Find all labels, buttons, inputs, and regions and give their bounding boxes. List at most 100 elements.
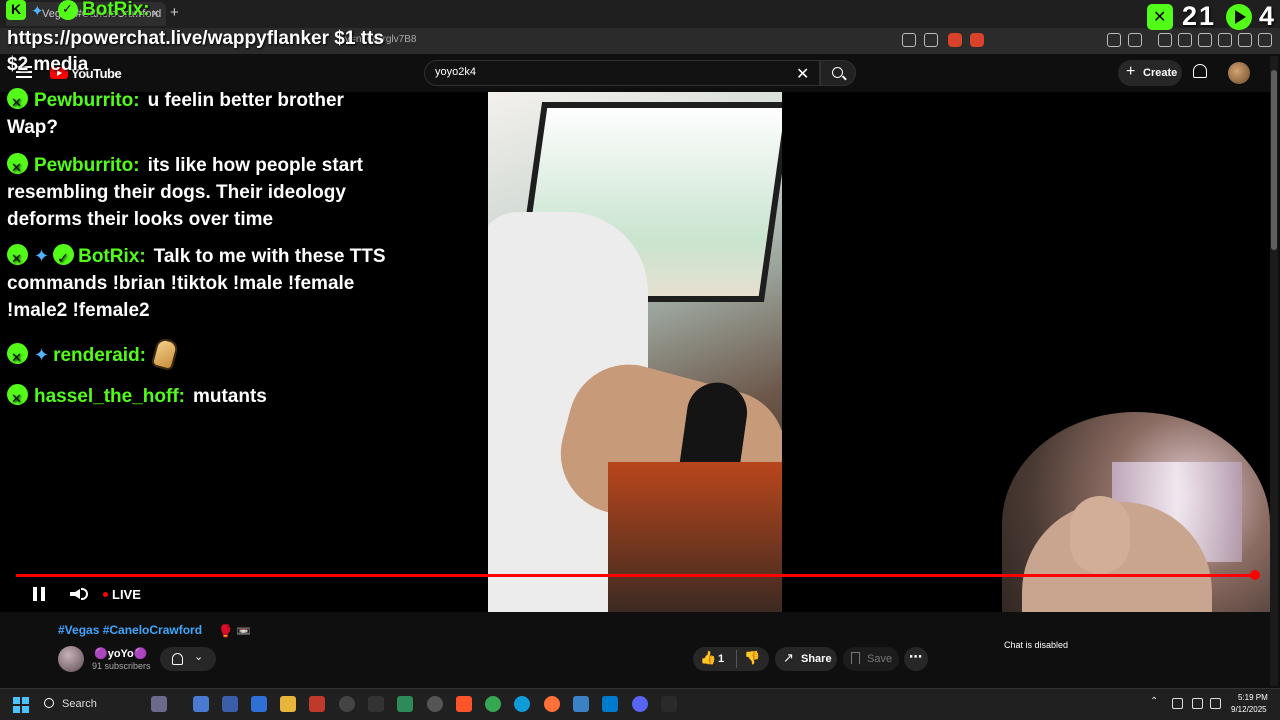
sword-badge-icon: ✦ — [34, 246, 50, 266]
vpn-icon[interactable] — [1238, 33, 1252, 47]
volume-icon[interactable] — [70, 589, 80, 599]
second-viewer-count: 4 — [1259, 1, 1275, 31]
thumbs-up-icon[interactable]: 👍 — [700, 650, 716, 666]
chat-username: hassel_the_hoff: — [34, 386, 185, 407]
chat-username: BotRix: — [78, 246, 146, 267]
tray-overflow-chevron-icon[interactable]: ⌃ — [1150, 696, 1158, 707]
channel-avatar[interactable] — [58, 646, 84, 672]
like-divider — [736, 650, 737, 668]
chrome-icon[interactable] — [485, 696, 501, 712]
discord-icon[interactable] — [632, 696, 648, 712]
account-avatar[interactable] — [1228, 62, 1250, 84]
edge-icon[interactable] — [514, 696, 530, 712]
capcut-icon[interactable] — [368, 696, 384, 712]
verified-badge-icon — [53, 244, 75, 272]
search-button[interactable] — [820, 60, 856, 86]
title-emojis: 🥊 📼 — [218, 624, 252, 638]
overlay-header-author: BotRix: — [82, 0, 150, 20]
media-icon[interactable] — [1158, 33, 1172, 47]
pause-icon[interactable] — [33, 587, 45, 601]
brave-browser-icon[interactable] — [456, 696, 472, 712]
taskbar-time[interactable]: 5:19 PM — [1238, 693, 1268, 702]
browser-menu-icon[interactable] — [1258, 33, 1272, 47]
windows-start-icon[interactable] — [13, 697, 29, 713]
taskbar-app-icon[interactable] — [251, 696, 267, 712]
more-icon: ⋯ — [909, 649, 922, 664]
taskbar-search-icon[interactable] — [44, 698, 54, 708]
taskbar-app-icon[interactable] — [427, 696, 443, 712]
taskbar-app-icon[interactable] — [397, 696, 413, 712]
speaker-icon[interactable] — [1210, 698, 1221, 709]
progress-scrubber[interactable] — [1250, 570, 1260, 580]
burrito-emote-icon — [150, 336, 180, 372]
taskbar-app-icon[interactable] — [339, 696, 355, 712]
taskbar-app-icon[interactable] — [573, 696, 589, 712]
search-icon — [832, 67, 843, 78]
bookmark-icon — [851, 652, 860, 664]
taskbar-search-label[interactable]: Search — [62, 698, 97, 710]
tab-close-icon[interactable]: × — [152, 6, 159, 20]
chat-message: Pewburrito:its like how people start res… — [7, 152, 397, 233]
video-title-hashtags[interactable]: #Vegas #CaneloCrawford — [58, 623, 202, 637]
chat-message: ✦renderaid: — [7, 336, 397, 372]
taskbar-app-icon[interactable] — [193, 696, 209, 712]
sidebar-icon[interactable] — [1178, 33, 1192, 47]
kick-badge-icon — [7, 153, 28, 181]
thumbs-down-icon[interactable]: 👎 — [744, 650, 760, 666]
file-explorer-icon[interactable] — [280, 696, 296, 712]
firefox-icon[interactable] — [544, 696, 560, 712]
subscription-bell-button[interactable]: ⌄ — [160, 647, 216, 671]
cast-icon[interactable] — [902, 33, 916, 47]
kick-badge-icon — [7, 384, 28, 412]
sword-badge-icon: ✦ — [31, 3, 44, 20]
notifications-bell-icon[interactable] — [1193, 64, 1207, 78]
rumble-logo-icon — [1226, 4, 1252, 30]
new-tab-button[interactable]: + — [170, 4, 179, 21]
kick-badge-icon — [6, 0, 26, 20]
screen: Vegas #CaneloCrawford × + v=n1GGrglv7B8 … — [0, 0, 1280, 720]
chat-username: Pewburrito: — [34, 90, 140, 111]
bell-icon — [172, 653, 183, 665]
live-badge[interactable]: LIVE — [112, 587, 141, 602]
chat-message: Pewburrito:u feelin better brother Wap? — [7, 87, 397, 141]
progress-bar[interactable] — [16, 574, 1256, 577]
chat-username: renderaid: — [53, 345, 147, 366]
kick-badge-icon — [7, 88, 28, 116]
kick-badge-icon — [7, 244, 28, 272]
video-poster — [608, 462, 782, 612]
chevron-down-icon: ⌄ — [194, 651, 204, 663]
microphone-icon[interactable] — [1172, 698, 1183, 709]
chat-username: Pewburrito: — [34, 155, 140, 176]
brave-rewards-icon[interactable] — [970, 33, 984, 47]
share-label: Share — [801, 653, 832, 665]
vscode-icon[interactable] — [602, 696, 618, 712]
kick-viewer-count: 21 — [1182, 1, 1217, 31]
share-page-icon[interactable] — [924, 33, 938, 47]
channel-name[interactable]: 🟣yoYo🟣 — [94, 647, 147, 660]
brave-shield-icon[interactable] — [948, 33, 962, 47]
chat-disabled-notice: Chat is disabled — [1004, 640, 1069, 650]
browser-tab-bar — [0, 0, 1280, 28]
kick-badge-icon — [7, 343, 28, 371]
screenshot-icon[interactable] — [1128, 33, 1142, 47]
taskbar-date[interactable]: 9/12/2025 — [1231, 705, 1267, 714]
chat-message: hassel_the_hoff: mutants — [7, 383, 397, 412]
plus-icon: + — [1126, 63, 1136, 80]
create-label: Create — [1143, 67, 1178, 79]
save-label: Save — [867, 653, 893, 665]
extensions-icon[interactable] — [1107, 33, 1121, 47]
live-dot-icon — [103, 592, 108, 597]
scrollbar-thumb[interactable] — [1271, 70, 1277, 250]
video-frame[interactable] — [488, 92, 782, 612]
clear-search-icon[interactable]: ✕ — [796, 64, 809, 84]
ai-icon[interactable] — [1218, 33, 1232, 47]
taskbar-app-icon[interactable] — [661, 696, 677, 712]
taskbar-app-icon[interactable] — [222, 696, 238, 712]
taskbar-app-icon[interactable] — [309, 696, 325, 712]
network-icon[interactable] — [1192, 698, 1203, 709]
create-button[interactable]: + Create — [1118, 60, 1182, 86]
taskbar-widgets-icon[interactable] — [151, 696, 167, 712]
search-box[interactable] — [424, 60, 820, 86]
search-input[interactable] — [435, 66, 795, 78]
wallet-icon[interactable] — [1198, 33, 1212, 47]
